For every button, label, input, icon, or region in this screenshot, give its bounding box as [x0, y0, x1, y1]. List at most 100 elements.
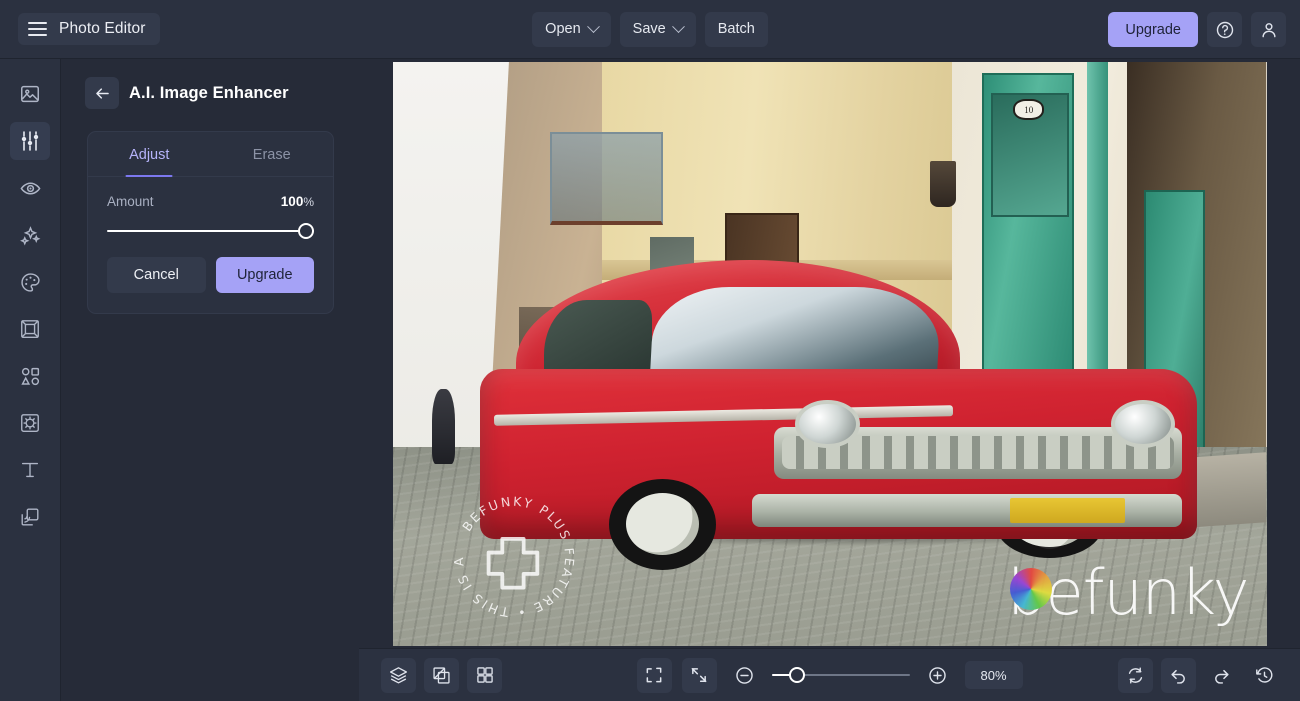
wall-lamp: [930, 161, 956, 208]
panel-upgrade-button[interactable]: Upgrade: [216, 257, 315, 293]
sidebar-item-frames[interactable]: [10, 310, 50, 348]
layers-button[interactable]: [381, 658, 416, 693]
texture-icon: [19, 412, 41, 434]
help-button[interactable]: [1207, 12, 1242, 47]
sidebar-item-text[interactable]: [10, 451, 50, 489]
top-bar-right-actions: Upgrade: [1108, 0, 1286, 59]
amount-slider[interactable]: [107, 223, 314, 239]
sidebar-item-artsy[interactable]: [10, 263, 50, 301]
save-button[interactable]: Save: [620, 12, 696, 47]
account-button[interactable]: [1251, 12, 1286, 47]
amount-value-unit: %: [303, 195, 314, 209]
sidebar-item-edit[interactable]: [10, 122, 50, 160]
grid-button[interactable]: [467, 658, 502, 693]
layers-icon: [19, 506, 41, 528]
minus-circle-icon: [734, 665, 755, 686]
upgrade-button[interactable]: Upgrade: [1108, 12, 1198, 47]
car-headlight-left: [795, 400, 860, 449]
batch-button[interactable]: Batch: [705, 12, 768, 47]
sidebar-item-layers[interactable]: [10, 498, 50, 536]
enhancer-card: Adjust Erase Amount 100% Cancel Upgrade: [87, 131, 334, 314]
car-headlight-right: [1111, 400, 1176, 449]
sparkles-icon: [19, 224, 42, 247]
undo-button[interactable]: [1161, 658, 1196, 693]
top-bar-center-actions: Open Save Batch: [520, 12, 780, 47]
car-wheel-front: [609, 479, 717, 570]
tool-panel: A.I. Image Enhancer Adjust Erase Amount …: [61, 59, 359, 701]
redo-button[interactable]: [1204, 658, 1239, 693]
redo-icon: [1211, 665, 1232, 686]
back-button[interactable]: [85, 77, 119, 109]
panel-header: A.I. Image Enhancer: [61, 59, 359, 109]
reset-icon: [1125, 665, 1146, 686]
amount-slider-block: Amount 100%: [88, 177, 333, 239]
bottom-bar-right: [1118, 658, 1282, 693]
amount-label: Amount: [107, 194, 154, 209]
undo-icon: [1168, 665, 1189, 686]
amount-value: 100%: [281, 194, 314, 209]
transparency-icon: [431, 665, 452, 686]
zoom-controls: 80%: [595, 658, 1065, 693]
tab-erase[interactable]: Erase: [211, 132, 334, 176]
open-button-label: Open: [545, 21, 580, 37]
canvas-area[interactable]: 10: [359, 59, 1300, 648]
tool-rail: [0, 59, 61, 701]
sidebar-item-image[interactable]: [10, 75, 50, 113]
question-circle-icon: [1215, 20, 1235, 40]
transparency-button[interactable]: [424, 658, 459, 693]
image-icon: [19, 83, 41, 105]
layers-stack-icon: [388, 665, 409, 686]
palette-icon: [19, 271, 42, 294]
photo-canvas[interactable]: 10: [393, 62, 1267, 646]
tab-adjust[interactable]: Adjust: [88, 132, 211, 176]
hamburger-icon: [28, 22, 47, 36]
reset-button[interactable]: [1118, 658, 1153, 693]
balcony-upper: [550, 132, 664, 225]
app-menu-button[interactable]: Photo Editor: [18, 13, 160, 45]
vintage-red-car: [480, 260, 1197, 564]
shapes-icon: [19, 365, 42, 388]
zoom-out-button[interactable]: [727, 658, 762, 693]
open-button[interactable]: Open: [532, 12, 610, 47]
sidebar-item-textures[interactable]: [10, 404, 50, 442]
expand-brackets-icon: [644, 665, 664, 685]
sidebar-item-touchup[interactable]: [10, 169, 50, 207]
amount-slider-track: [107, 230, 314, 232]
zoom-slider-handle[interactable]: [789, 667, 805, 683]
panel-actions: Cancel Upgrade: [88, 239, 333, 313]
sliders-icon: [18, 129, 42, 153]
fit-to-screen-button[interactable]: [682, 658, 717, 693]
amount-value-number: 100: [281, 194, 304, 209]
cancel-button[interactable]: Cancel: [107, 257, 206, 293]
bottom-bar: 80%: [359, 648, 1300, 701]
photo-editor-app: Photo Editor Open Save Batch Upgrade: [0, 0, 1300, 701]
panel-tabs: Adjust Erase: [88, 132, 333, 177]
arrow-left-icon: [93, 84, 112, 103]
amount-slider-row: Amount 100%: [107, 194, 314, 209]
grid-icon: [475, 665, 495, 685]
sidebar-item-effects[interactable]: [10, 216, 50, 254]
zoom-in-button[interactable]: [920, 658, 955, 693]
amount-slider-handle[interactable]: [298, 223, 314, 239]
bottom-bar-left: [381, 658, 502, 693]
app-title: Photo Editor: [59, 20, 146, 38]
pedestrian: [432, 389, 455, 465]
chevron-down-icon: [587, 20, 600, 33]
fullscreen-button[interactable]: [637, 658, 672, 693]
zoom-slider[interactable]: [772, 667, 910, 683]
sidebar-item-graphics[interactable]: [10, 357, 50, 395]
batch-button-label: Batch: [718, 21, 755, 37]
save-button-label: Save: [633, 21, 666, 37]
top-bar: Photo Editor Open Save Batch Upgrade: [0, 0, 1300, 59]
page-title: A.I. Image Enhancer: [129, 84, 289, 103]
house-number-plaque: 10: [1013, 99, 1044, 120]
text-t-icon: [19, 459, 41, 481]
eye-icon: [19, 177, 42, 200]
chevron-down-icon: [672, 20, 685, 33]
history-clock-icon: [1254, 665, 1275, 686]
zoom-level-value[interactable]: 80%: [965, 661, 1023, 689]
plus-circle-icon: [927, 665, 948, 686]
history-button[interactable]: [1247, 658, 1282, 693]
car-license-plate: [1010, 498, 1125, 522]
user-icon: [1259, 20, 1279, 40]
